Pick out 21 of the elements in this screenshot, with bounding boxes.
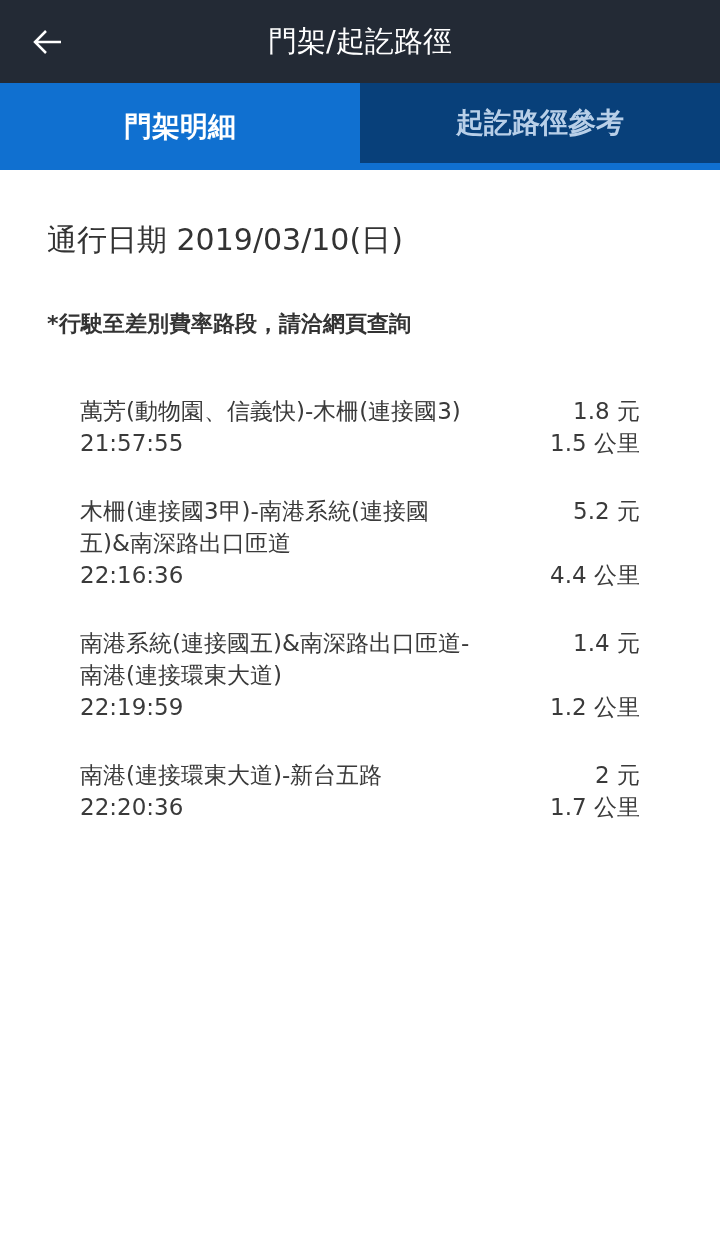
pass-time: 22:20:36 [80, 793, 185, 822]
segment-fare: 1.8 元 [572, 397, 640, 426]
segment-name: 南港(連接環東大道)-新台五路 [80, 761, 384, 790]
segment-distance: 4.4 公里 [550, 561, 640, 590]
segment-fare: 2 元 [594, 761, 640, 790]
travel-date: 通行日期 2019/03/10(日) [47, 221, 404, 259]
segment-name: 南港系統(連接國五)&南深路出口匝道-南港(連接環東大道) [80, 629, 471, 690]
tab[interactable]: 起訖路徑參考 [360, 83, 720, 163]
segment-name: 木柵(連接國3甲)-南港系統(連接國五)&南深路出口匝道 [80, 497, 430, 558]
segment-name: 萬芳(動物園、信義快)-木柵(連接國3) [80, 397, 462, 426]
page-title: 門架/起訖路徑 [268, 22, 452, 60]
segment-fare: 1.4 元 [572, 629, 640, 658]
segment-fare: 5.2 元 [572, 497, 640, 526]
pass-time: 22:16:36 [80, 561, 185, 590]
back-arrow-icon [33, 29, 63, 55]
segment-distance: 1.2 公里 [550, 693, 640, 722]
rate-note: *行駛至差別費率路段，請洽網頁查詢 [47, 310, 412, 338]
pass-time: 21:57:55 [80, 429, 185, 458]
pass-time: 22:19:59 [80, 693, 185, 722]
segment-distance: 1.5 公里 [550, 429, 640, 458]
segment-distance: 1.7 公里 [550, 793, 640, 822]
